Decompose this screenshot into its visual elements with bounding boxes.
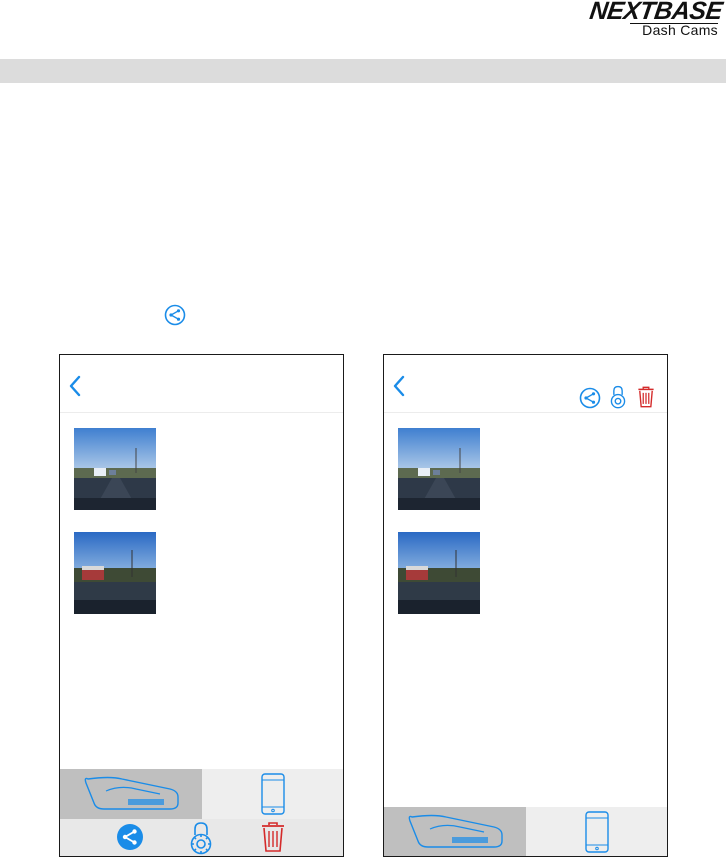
dashcam-icon: [84, 776, 179, 810]
top-action-group: [579, 385, 659, 411]
share-icon[interactable]: [116, 823, 144, 851]
dashcam-icon: [408, 814, 503, 848]
source-tab-bar: [60, 769, 343, 819]
road-scene-image: [398, 428, 480, 510]
smartphone-icon: [585, 811, 609, 853]
road-scene-image: [74, 532, 156, 614]
chevron-left-icon[interactable]: [68, 375, 82, 397]
lock-gear-icon[interactable]: [188, 821, 214, 855]
phone-screen-after: [383, 354, 668, 857]
nav-bar: [60, 355, 343, 413]
chevron-left-icon[interactable]: [392, 375, 406, 397]
video-thumbnail[interactable]: [74, 428, 156, 510]
smartphone-icon: [261, 773, 285, 815]
tab-phone[interactable]: [202, 769, 343, 819]
video-thumbnail[interactable]: [398, 532, 480, 614]
bottom-action-bar: [60, 819, 343, 856]
brand-name: NEXTBASE: [587, 0, 724, 25]
section-header-bar: [0, 59, 726, 83]
video-thumbnail[interactable]: [74, 532, 156, 614]
share-icon: [164, 304, 186, 326]
trash-icon[interactable]: [637, 385, 655, 409]
lock-gear-icon[interactable]: [609, 385, 627, 409]
share-icon[interactable]: [579, 387, 601, 409]
tab-phone[interactable]: [526, 807, 667, 856]
nextbase-logo: NEXTBASE Dash Cams: [510, 0, 724, 40]
source-tab-bar: [384, 807, 667, 856]
phone-screen-before: [59, 354, 344, 857]
road-scene-image: [74, 428, 156, 510]
video-thumbnail[interactable]: [398, 428, 480, 510]
trash-icon[interactable]: [260, 821, 286, 853]
tab-camera[interactable]: [60, 769, 202, 819]
brand-tagline: Dash Cams: [642, 22, 718, 38]
nav-bar: [384, 355, 667, 413]
tab-camera[interactable]: [384, 807, 526, 856]
road-scene-image: [398, 532, 480, 614]
